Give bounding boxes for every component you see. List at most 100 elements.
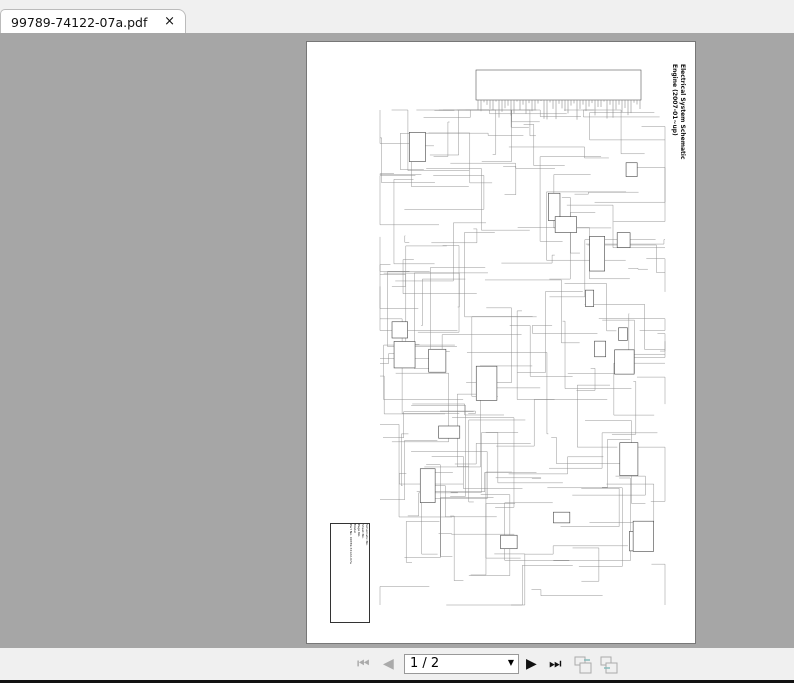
schematic-mark bbox=[421, 278, 466, 326]
schematic-mark bbox=[516, 310, 555, 400]
title-line-1: Electrical System Schematic bbox=[679, 64, 686, 160]
last-page-button[interactable]: ⏭ bbox=[549, 657, 562, 671]
schematic-mark bbox=[405, 521, 440, 563]
title-block-cell: Sheet No. bbox=[361, 524, 365, 539]
schematic-mark bbox=[409, 132, 426, 162]
schematic-mark bbox=[454, 443, 531, 465]
schematic-mark bbox=[619, 442, 639, 476]
schematic-mark bbox=[517, 291, 583, 373]
schematic-mark bbox=[531, 589, 603, 596]
rotate-left-icon[interactable] bbox=[574, 656, 592, 674]
schematic-mark bbox=[572, 475, 646, 496]
schematic-mark bbox=[430, 267, 486, 352]
schematic-mark bbox=[524, 545, 628, 555]
schematic-mark bbox=[438, 533, 515, 535]
schematic-mark bbox=[379, 286, 419, 309]
schematic-mark bbox=[553, 511, 571, 524]
page-toolbar: ⏮ ◀ ▶ ⏭ bbox=[0, 648, 794, 680]
schematic-mark bbox=[485, 432, 563, 484]
schematic-mark bbox=[475, 365, 498, 401]
title-block-cell: Model bbox=[353, 524, 357, 534]
schematic-mark bbox=[379, 110, 413, 144]
schematic-mark bbox=[551, 437, 629, 464]
schematic-mark bbox=[503, 166, 517, 195]
schematic-mark bbox=[500, 534, 518, 550]
schematic-mark bbox=[379, 586, 430, 605]
schematic-mark bbox=[632, 520, 654, 552]
schematic-mark bbox=[431, 228, 478, 244]
schematic-mark bbox=[380, 274, 406, 287]
schematic-mark bbox=[450, 515, 464, 581]
schematic-mark bbox=[508, 146, 609, 159]
schematic-mark bbox=[391, 321, 408, 339]
schematic-mark bbox=[402, 259, 477, 294]
schematic-mark bbox=[657, 333, 666, 352]
schematic-mark bbox=[628, 268, 648, 270]
schematic-mark bbox=[429, 109, 467, 156]
title-block: Schematic No. Sheet No. Page No. Model P… bbox=[330, 523, 370, 623]
schematic-mark bbox=[510, 109, 537, 128]
schematic-mark bbox=[589, 236, 605, 272]
schematic-mark bbox=[395, 222, 487, 282]
schematic-mark bbox=[614, 349, 635, 375]
schematic-mark bbox=[475, 69, 642, 101]
schematic-mark bbox=[450, 432, 519, 493]
schematic-mark bbox=[549, 432, 658, 469]
schematic-mark bbox=[585, 289, 595, 307]
schematic-mark bbox=[574, 191, 639, 195]
schematic-mark bbox=[452, 417, 515, 508]
schematic-mark bbox=[589, 112, 665, 141]
schematic-mark bbox=[379, 173, 422, 175]
schematic-mark bbox=[618, 327, 628, 341]
schematic-mark bbox=[504, 502, 570, 561]
title-block-cell: Schematic No. bbox=[365, 524, 369, 546]
schematic-mark bbox=[380, 375, 445, 415]
schematic-mark bbox=[594, 340, 607, 358]
schematic-mark bbox=[433, 121, 450, 157]
schematic-mark bbox=[547, 487, 623, 567]
title-line-2: Engine (2007-01~up) bbox=[671, 64, 678, 136]
schematic-mark bbox=[465, 109, 540, 123]
schematic-mark bbox=[440, 497, 494, 557]
schematic-mark bbox=[414, 272, 488, 369]
schematic-mark bbox=[464, 232, 537, 318]
schematic-mark bbox=[494, 553, 526, 606]
schematic-mark bbox=[418, 132, 524, 136]
schematic-title: Electrical System Schematic Engine (2007… bbox=[668, 64, 686, 160]
schematic-mark bbox=[426, 168, 530, 231]
schematic-mark bbox=[576, 368, 596, 391]
schematic-mark bbox=[393, 341, 416, 369]
chevron-down-icon: ▼ bbox=[507, 658, 514, 667]
schematic-mark bbox=[651, 563, 666, 605]
previous-page-button[interactable]: ◀ bbox=[383, 657, 394, 671]
schematic-mark bbox=[405, 245, 447, 345]
page-select[interactable]: 1 / 2 ▼ bbox=[404, 654, 519, 674]
schematic-mark bbox=[383, 272, 460, 308]
schematic-mark bbox=[577, 384, 618, 448]
schematic-mark bbox=[419, 468, 436, 503]
schematic-mark bbox=[404, 235, 410, 243]
schematic-mark bbox=[611, 381, 637, 435]
schematic-mark bbox=[428, 348, 447, 373]
schematic-mark bbox=[380, 137, 435, 183]
schematic-mark bbox=[438, 425, 461, 439]
schematic-mark bbox=[572, 547, 600, 582]
schematic-mark bbox=[512, 109, 581, 117]
first-page-button[interactable]: ⏮ bbox=[357, 657, 370, 671]
page-select-value: 1 / 2 bbox=[410, 656, 440, 671]
schematic-mark bbox=[566, 204, 665, 248]
schematic-mark bbox=[616, 232, 631, 248]
schematic-mark bbox=[404, 175, 485, 210]
schematic-mark bbox=[391, 109, 470, 171]
schematic-mark bbox=[417, 245, 460, 333]
schematic-mark bbox=[496, 399, 608, 447]
schematic-mark bbox=[554, 216, 577, 233]
schematic-mark bbox=[598, 318, 666, 331]
schematic-mark bbox=[423, 109, 471, 118]
schematic-mark bbox=[416, 109, 497, 155]
next-page-button[interactable]: ▶ bbox=[526, 657, 537, 671]
schematic-mark bbox=[508, 456, 604, 475]
schematic-mark bbox=[646, 258, 666, 292]
rotate-right-icon[interactable] bbox=[600, 656, 618, 674]
schematic-mark bbox=[636, 376, 666, 405]
